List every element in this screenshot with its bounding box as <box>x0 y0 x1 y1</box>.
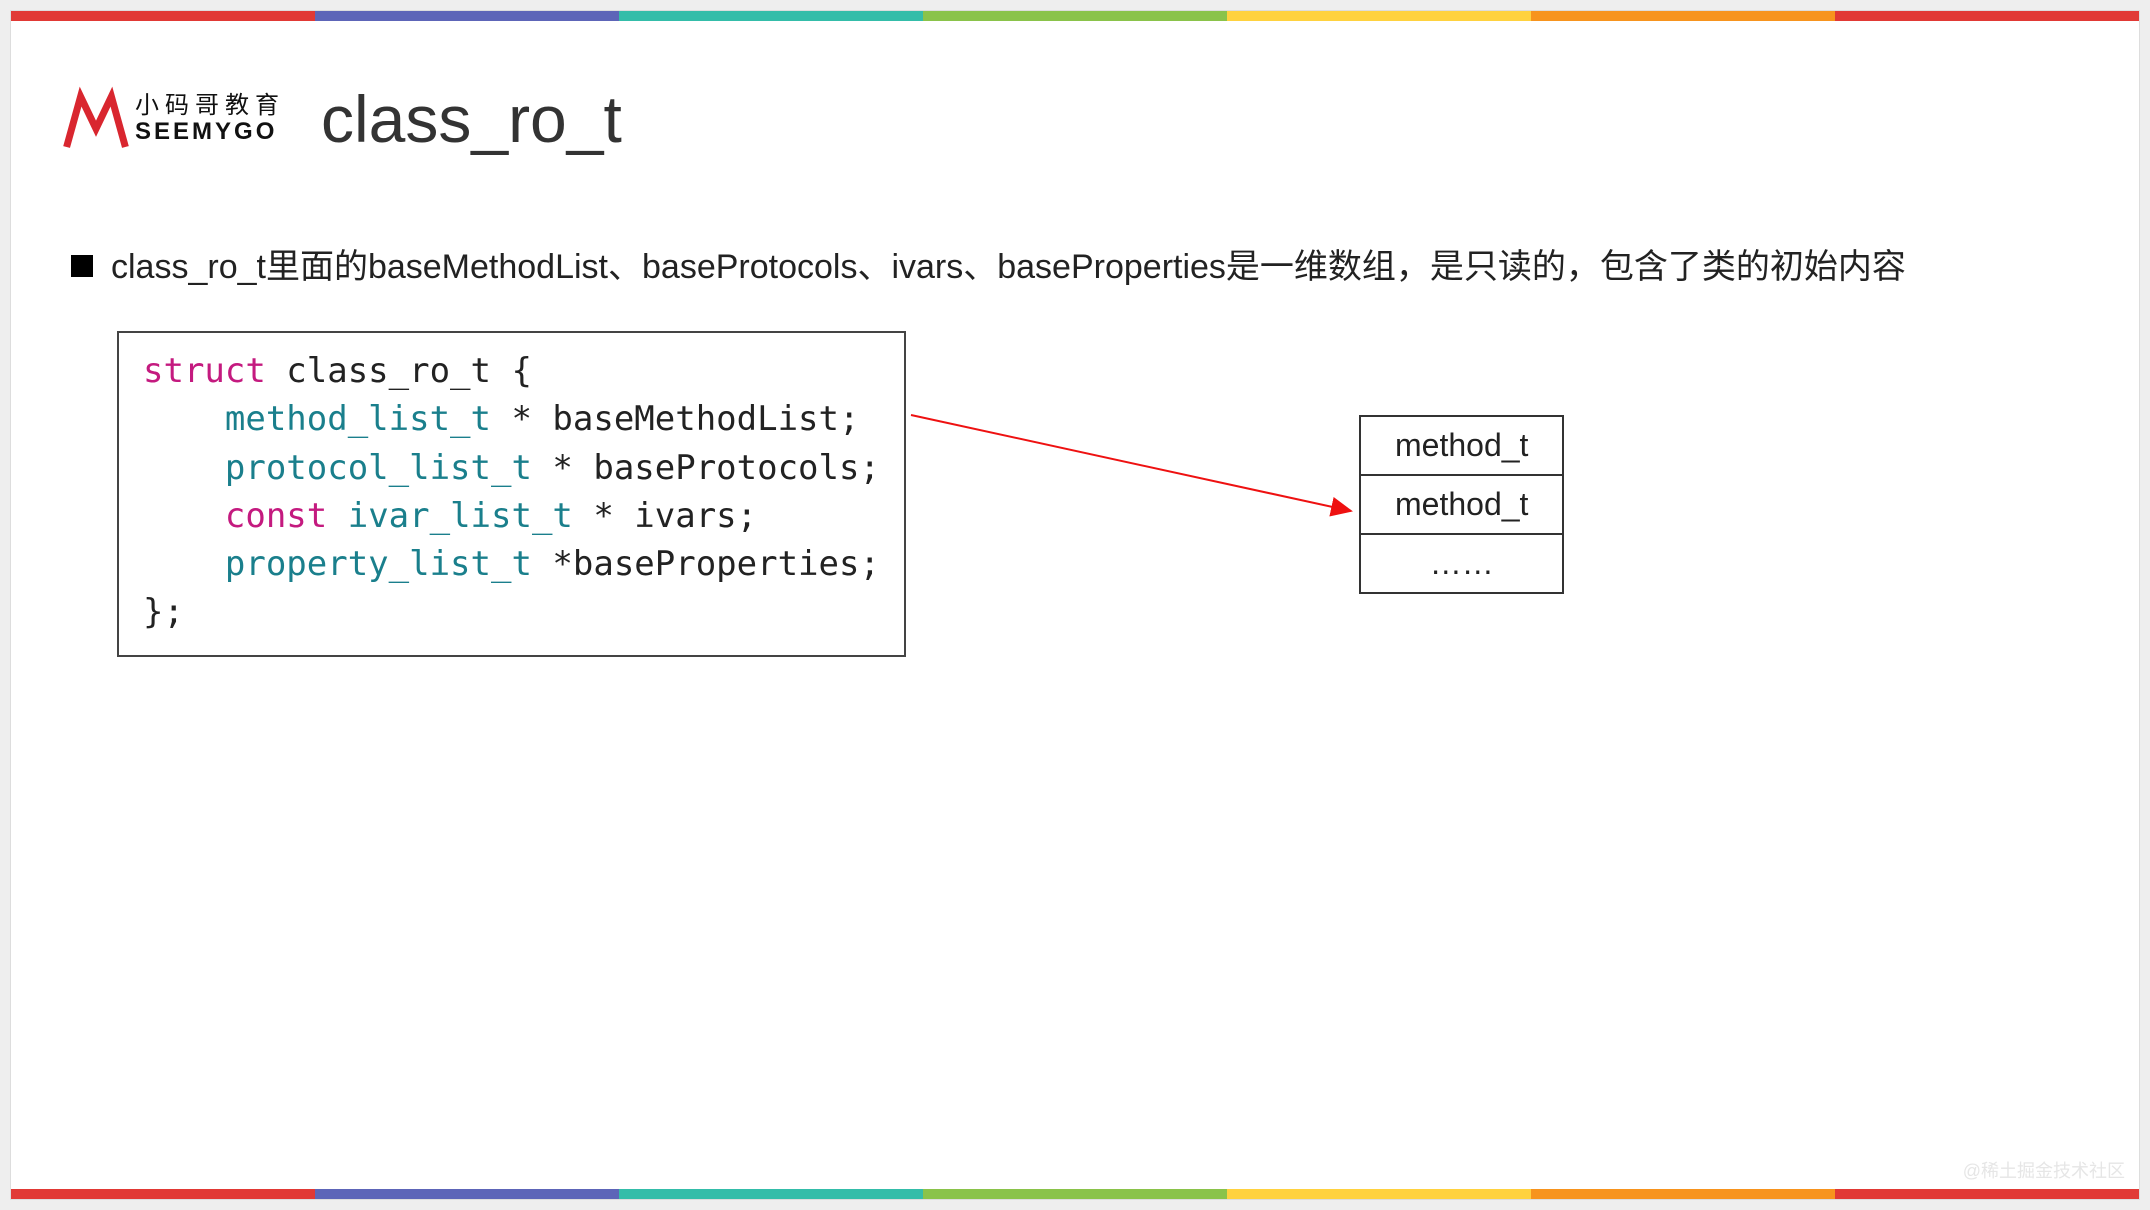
stripe <box>1531 11 1835 21</box>
method-array: method_t method_t …… <box>1359 415 1564 594</box>
logo-en: SEEMYGO <box>135 119 285 145</box>
kw-struct: struct <box>143 351 266 391</box>
array-cell: …… <box>1361 535 1562 592</box>
logo-icon <box>61 84 131 154</box>
indent <box>143 544 225 584</box>
kw-type: protocol_list_t <box>225 448 532 488</box>
bullet-text: class_ro_t里面的baseMethodList、baseProtocol… <box>111 243 1906 292</box>
stripe <box>1531 1189 1835 1199</box>
stripe <box>315 11 619 21</box>
array-cell: method_t <box>1361 417 1562 476</box>
code-text: * baseProtocols; <box>532 448 880 488</box>
stripe <box>11 1189 315 1199</box>
array-cell: method_t <box>1361 476 1562 535</box>
kw-type: property_list_t <box>225 544 532 584</box>
page-title: class_ro_t <box>321 81 622 157</box>
stripe <box>923 1189 1227 1199</box>
logo-text: 小码哥教育 SEEMYGO <box>135 93 285 146</box>
bullet-marker-icon <box>71 255 93 277</box>
stripe <box>619 11 923 21</box>
code-text: class_ro_t { <box>266 351 532 391</box>
indent <box>143 448 225 488</box>
bottom-color-bar <box>11 1189 2139 1199</box>
stripe <box>1835 1189 2139 1199</box>
stripe <box>1227 11 1531 21</box>
stripe <box>1835 11 2139 21</box>
code-text: * baseMethodList; <box>491 399 859 439</box>
kw-type: ivar_list_t <box>348 496 573 536</box>
code-text: *baseProperties; <box>532 544 880 584</box>
kw-type: method_list_t <box>225 399 491 439</box>
indent <box>143 399 225 439</box>
top-color-bar <box>11 11 2139 21</box>
kw-const: const <box>225 496 348 536</box>
code-text: }; <box>143 592 184 632</box>
bullet-row: class_ro_t里面的baseMethodList、baseProtocol… <box>71 243 1906 292</box>
watermark: @稀土掘金技术社区 <box>1963 1157 2125 1183</box>
code-block: struct class_ro_t { method_list_t * base… <box>117 331 906 657</box>
stripe <box>619 1189 923 1199</box>
code-text: * ivars; <box>573 496 757 536</box>
logo: 小码哥教育 SEEMYGO <box>61 84 285 154</box>
header: 小码哥教育 SEEMYGO class_ro_t <box>61 81 622 157</box>
logo-cn: 小码哥教育 <box>135 93 285 119</box>
stripe <box>315 1189 619 1199</box>
indent <box>143 496 225 536</box>
stripe <box>923 11 1227 21</box>
slide: 小码哥教育 SEEMYGO class_ro_t class_ro_t里面的ba… <box>10 10 2140 1200</box>
stripe <box>1227 1189 1531 1199</box>
stripe <box>11 11 315 21</box>
